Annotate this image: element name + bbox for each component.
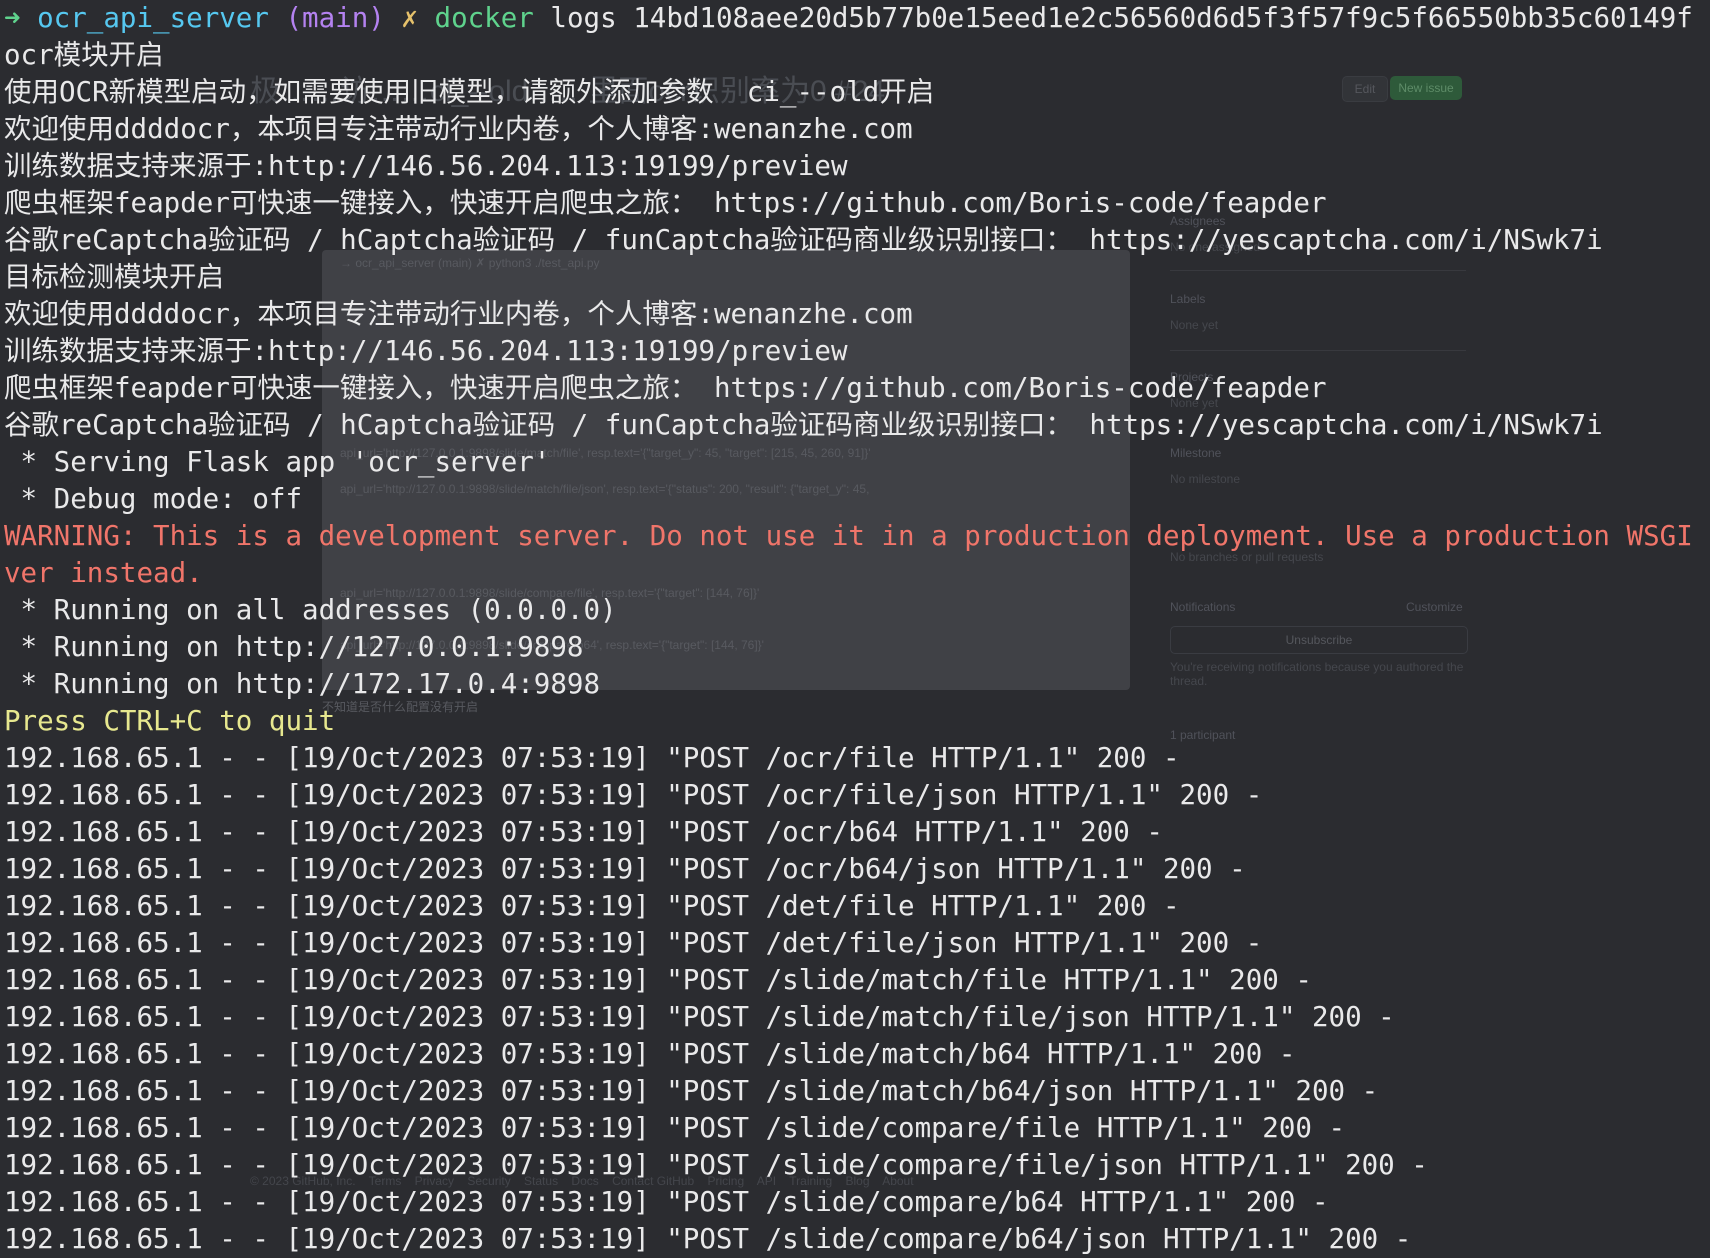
prompt-git-branch: (main) — [285, 2, 385, 34]
warning-line: WARNING: This is a development server. D… — [4, 520, 1710, 552]
prompt-dirty-icon: ✗ — [401, 2, 418, 34]
log-line: * Debug mode: off — [4, 483, 303, 515]
running-lines: * Running on all addresses (0.0.0.0) * R… — [4, 592, 1710, 703]
log-line: 训练数据支持来源于:http://146.56.204.113:19199/pr… — [4, 335, 848, 367]
request-log-line: 192.168.65.1 - - [19/Oct/2023 07:53:19] … — [4, 964, 1312, 996]
log-line: * Serving Flask app 'ocr_server' — [4, 446, 551, 478]
request-log-line: 192.168.65.1 - - [19/Oct/2023 07:53:19] … — [4, 1038, 1296, 1070]
request-log-line: 192.168.65.1 - - [19/Oct/2023 07:53:19] … — [4, 742, 1180, 774]
prompt-line: ➜ ocr_api_server (main) ✗ docker logs 14… — [4, 0, 1710, 37]
log-line: 欢迎使用ddddocr，本项目专注带动行业内卷，个人博客:wenanzhe.co… — [4, 113, 913, 145]
request-log-line: 192.168.65.1 - - [19/Oct/2023 07:53:19] … — [4, 927, 1263, 959]
log-line: 使用OCR新模型启动，如需要使用旧模型，请额外添加参数 ci_--old开启 — [4, 76, 935, 108]
log-line: ocr模块开启 — [4, 39, 164, 71]
quit-hint: Press CTRL+C to quit — [4, 705, 336, 737]
request-log-line: 192.168.65.1 - - [19/Oct/2023 07:53:19] … — [4, 816, 1163, 848]
request-log-line: 192.168.65.1 - - [19/Oct/2023 07:53:19] … — [4, 1149, 1428, 1181]
log-line: 谷歌reCaptcha验证码 / hCaptcha验证码 / funCaptch… — [4, 224, 1603, 256]
command-args: logs 14bd108aee20d5b77b0e15eed1e2c56560d… — [550, 2, 1693, 34]
warning-message: WARNING: This is a development server. D… — [4, 518, 1710, 592]
request-log-line: 192.168.65.1 - - [19/Oct/2023 07:53:19] … — [4, 1075, 1379, 1107]
prompt-directory: ocr_api_server — [37, 2, 269, 34]
log-line: * Running on http://172.17.0.4:9898 — [4, 668, 601, 700]
log-line: 爬虫框架feapder可快速一键接入，快速开启爬虫之旅： https://git… — [4, 372, 1327, 404]
request-log-line: 192.168.65.1 - - [19/Oct/2023 07:53:19] … — [4, 779, 1263, 811]
log-line: 爬虫框架feapder可快速一键接入，快速开启爬虫之旅： https://git… — [4, 187, 1327, 219]
log-line: 欢迎使用ddddocr，本项目专注带动行业内卷，个人博客:wenanzhe.co… — [4, 298, 913, 330]
warning-line: ver instead. — [4, 557, 203, 589]
request-log-line: 192.168.65.1 - - [19/Oct/2023 07:53:19] … — [4, 1186, 1329, 1218]
request-log-line: 192.168.65.1 - - [19/Oct/2023 07:53:19] … — [4, 1001, 1395, 1033]
log-line: * Running on http://127.0.0.1:9898 — [4, 631, 584, 663]
request-log-line: 192.168.65.1 - - [19/Oct/2023 07:53:19] … — [4, 853, 1246, 885]
log-line: * Running on all addresses (0.0.0.0) — [4, 594, 617, 626]
request-log-line: 192.168.65.1 - - [19/Oct/2023 07:53:19] … — [4, 1223, 1412, 1255]
terminal-output[interactable]: ➜ ocr_api_server (main) ✗ docker logs 14… — [0, 0, 1710, 1255]
request-log-line: 192.168.65.1 - - [19/Oct/2023 07:53:19] … — [4, 1112, 1346, 1144]
log-line: 训练数据支持来源于:http://146.56.204.113:19199/pr… — [4, 150, 848, 182]
log-line: 目标检测模块开启 — [4, 261, 224, 293]
command-name: docker — [434, 2, 534, 34]
prompt-arrow-icon: ➜ — [4, 2, 21, 34]
request-log-list: 192.168.65.1 - - [19/Oct/2023 07:53:19] … — [4, 740, 1710, 1258]
startup-lines: ocr模块开启 使用OCR新模型启动，如需要使用旧模型，请额外添加参数 ci_-… — [4, 37, 1710, 518]
log-line: 谷歌reCaptcha验证码 / hCaptcha验证码 / funCaptch… — [4, 409, 1603, 441]
request-log-line: 192.168.65.1 - - [19/Oct/2023 07:53:19] … — [4, 890, 1180, 922]
